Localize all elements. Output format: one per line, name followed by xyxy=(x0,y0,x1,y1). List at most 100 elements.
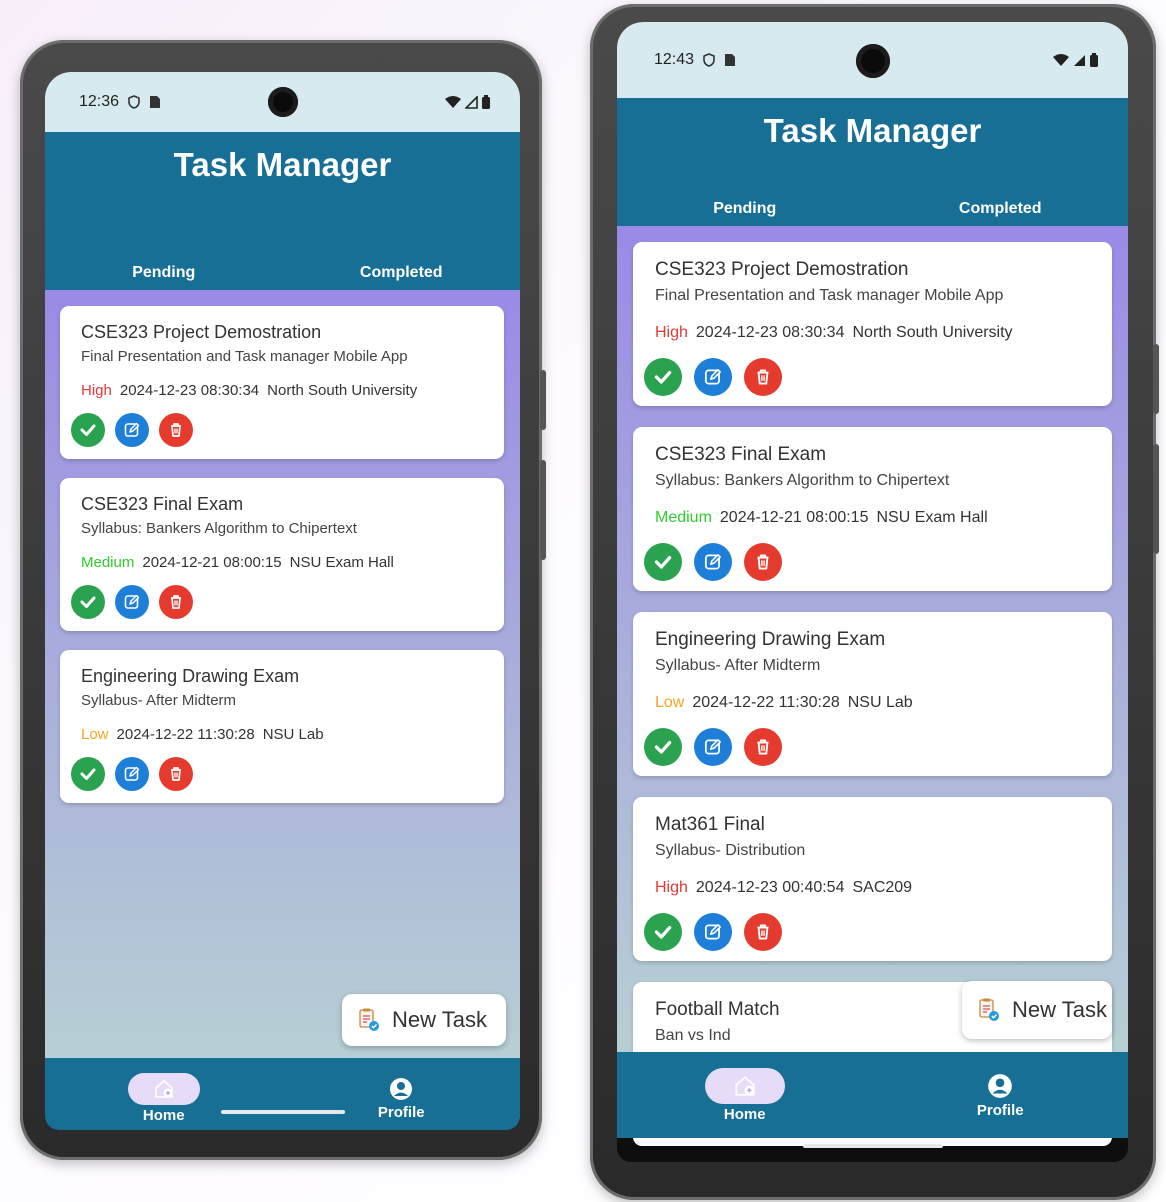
delete-button[interactable] xyxy=(744,358,782,396)
edit-icon xyxy=(124,594,140,609)
task-card[interactable]: Mat361 Final Syllabus- Distribution High… xyxy=(633,797,1112,961)
new-task-label: New Task xyxy=(1012,997,1107,1022)
task-meta: High 2024-12-23 08:30:34 North South Unive… xyxy=(655,324,1013,342)
nav-home[interactable]: Home xyxy=(45,1058,283,1130)
complete-button[interactable] xyxy=(644,913,682,951)
delete-button[interactable] xyxy=(744,913,782,951)
home-add-icon xyxy=(154,1079,173,1098)
task-title: Engineering Drawing Exam xyxy=(655,629,886,650)
task-meta: Low 2024-12-22 11:30:28 NSU Lab xyxy=(655,694,913,712)
tab-completed[interactable]: Completed xyxy=(283,264,521,282)
task-datetime: 2024-12-21 08:00:15 xyxy=(719,509,869,526)
task-description: Final Presentation and Task manager Mobi… xyxy=(81,348,408,365)
priority-label: High xyxy=(655,879,688,896)
priority-label: High xyxy=(655,324,688,341)
nav-profile[interactable]: Profile xyxy=(283,1058,521,1130)
task-description: Syllabus- Distribution xyxy=(655,842,806,859)
volume-button xyxy=(1153,344,1159,414)
edit-icon xyxy=(124,766,140,781)
nav-home[interactable]: Home xyxy=(617,1052,873,1138)
power-button xyxy=(540,460,546,560)
delete-icon xyxy=(757,739,769,755)
edit-button[interactable] xyxy=(115,757,149,791)
check-circle-icon xyxy=(80,768,96,780)
task-card[interactable]: Engineering Drawing Exam Syllabus- After… xyxy=(60,650,504,803)
status-time: 12:43 xyxy=(654,51,695,68)
task-title: CSE323 Final Exam xyxy=(81,494,244,514)
task-location: NSU Exam Hall xyxy=(289,554,394,571)
edit-button[interactable] xyxy=(694,728,732,766)
delete-icon xyxy=(171,595,181,609)
edit-button[interactable] xyxy=(115,585,149,619)
task-title: CSE323 Project Demostration xyxy=(81,322,322,342)
new-task-label: New Task xyxy=(392,1007,487,1032)
task-card[interactable]: CSE323 Final Exam Syllabus: Bankers Algo… xyxy=(60,478,504,631)
complete-button[interactable] xyxy=(71,413,105,447)
complete-button[interactable] xyxy=(71,757,105,791)
vpn-key-icon xyxy=(703,53,715,67)
delete-icon xyxy=(757,369,769,385)
priority-label: Medium xyxy=(655,509,712,526)
tab-pending[interactable]: Pending xyxy=(617,200,873,218)
delete-icon xyxy=(757,924,769,940)
nav-profile-label: Profile xyxy=(377,1103,425,1121)
edit-button[interactable] xyxy=(694,913,732,951)
task-datetime: 2024-12-23 00:40:54 xyxy=(695,879,845,896)
priority-label: Low xyxy=(81,726,109,743)
gesture-bar[interactable] xyxy=(220,1110,345,1114)
tab-completed[interactable]: Completed xyxy=(873,200,1129,218)
sim-card-icon xyxy=(150,96,161,108)
gesture-bar[interactable] xyxy=(802,1144,943,1148)
nav-home-label: Home xyxy=(723,1105,766,1123)
task-list[interactable]: CSE323 Project Demostration Final Presen… xyxy=(617,226,1128,1146)
complete-button[interactable] xyxy=(644,543,682,581)
task-datetime: 2024-12-23 08:30:34 xyxy=(119,382,260,399)
delete-button[interactable] xyxy=(159,757,193,791)
battery-icon xyxy=(482,95,490,109)
edit-button[interactable] xyxy=(694,358,732,396)
edit-button[interactable] xyxy=(694,543,732,581)
new-task-button[interactable]: New Task xyxy=(962,981,1112,1039)
edit-icon xyxy=(704,369,721,385)
delete-button[interactable] xyxy=(159,413,193,447)
tab-pending[interactable]: Pending xyxy=(45,264,283,282)
task-meta: High 2024-12-23 00:40:54 SAC209 xyxy=(655,879,912,897)
task-location: NSU Exam Hall xyxy=(876,509,988,526)
delete-button[interactable] xyxy=(159,585,193,619)
complete-button[interactable] xyxy=(644,358,682,396)
priority-label: Medium xyxy=(81,554,135,571)
task-card[interactable]: Engineering Drawing Exam Syllabus- After… xyxy=(633,612,1112,776)
task-card[interactable]: CSE323 Project Demostration Final Presen… xyxy=(60,306,504,459)
nav-profile[interactable]: Profile xyxy=(873,1052,1129,1138)
edit-icon xyxy=(704,924,721,940)
task-location: North South University xyxy=(267,382,418,399)
account-circle-icon xyxy=(390,1077,413,1100)
bottom-nav: Home Profile xyxy=(45,1058,520,1130)
task-description: Final Presentation and Task manager Mobi… xyxy=(655,287,1004,304)
app-title: Task Manager xyxy=(173,146,392,183)
wifi-icon xyxy=(445,96,461,108)
complete-button[interactable] xyxy=(71,585,105,619)
task-description: Syllabus: Bankers Algorithm to Chipertex… xyxy=(81,520,357,537)
edit-icon xyxy=(704,554,721,570)
delete-button[interactable] xyxy=(744,543,782,581)
task-location: NSU Lab xyxy=(847,694,913,711)
new-task-button[interactable]: New Task xyxy=(342,994,506,1046)
task-add-icon xyxy=(359,1008,379,1031)
task-card[interactable]: CSE323 Project Demostration Final Presen… xyxy=(633,242,1112,406)
check-circle-icon xyxy=(654,925,672,939)
task-location: NSU Lab xyxy=(262,726,324,743)
task-list[interactable]: CSE323 Project Demostration Final Presen… xyxy=(45,290,520,1058)
task-card[interactable]: CSE323 Final Exam Syllabus: Bankers Algo… xyxy=(633,427,1112,591)
tab-bar: Pending Completed xyxy=(617,200,1128,218)
home-add-icon xyxy=(735,1075,755,1096)
app-bar: Task Manager Pending Completed xyxy=(617,98,1128,226)
battery-icon xyxy=(1090,53,1098,67)
task-description: Syllabus: Bankers Algorithm to Chipertex… xyxy=(655,472,950,489)
delete-button[interactable] xyxy=(744,728,782,766)
edit-button[interactable] xyxy=(115,413,149,447)
task-datetime: 2024-12-23 08:30:34 xyxy=(695,324,845,341)
task-datetime: 2024-12-21 08:00:15 xyxy=(142,554,282,571)
complete-button[interactable] xyxy=(644,728,682,766)
edit-icon xyxy=(704,739,721,755)
